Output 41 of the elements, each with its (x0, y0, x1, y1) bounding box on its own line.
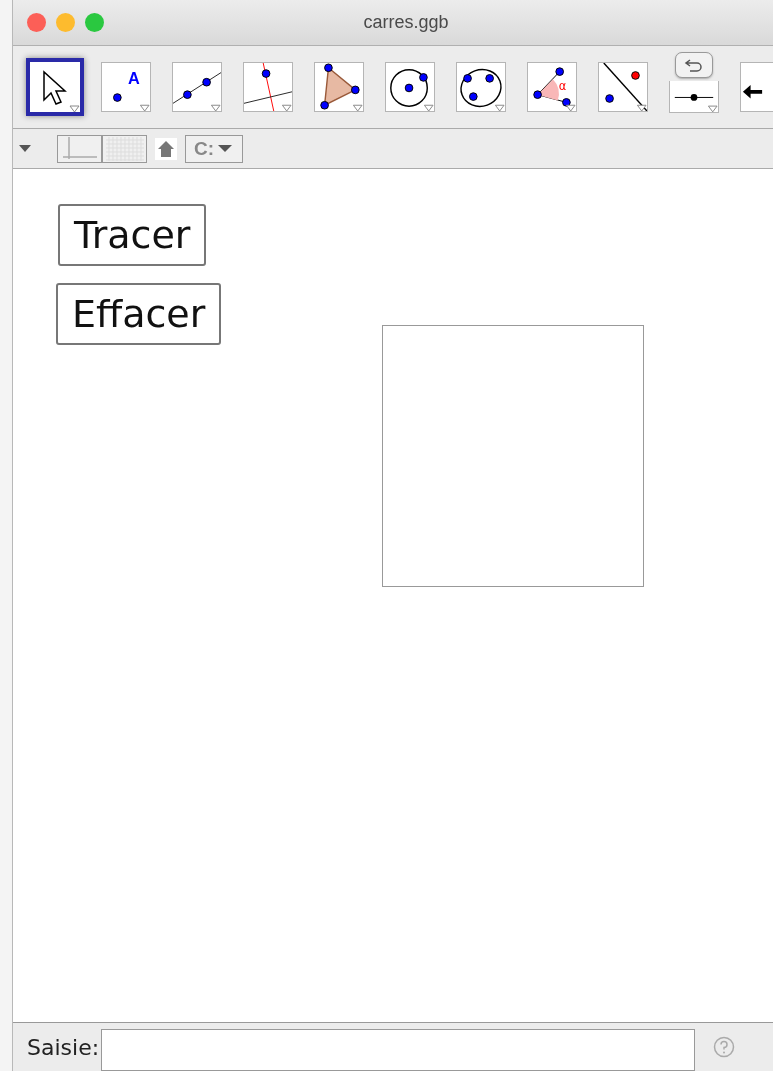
grid-toggle[interactable] (102, 134, 147, 163)
line-tool-button[interactable] (172, 62, 222, 112)
slider-tool-button[interactable] (669, 81, 719, 113)
conic-icon (460, 68, 502, 108)
polygon-tool-button[interactable] (314, 62, 364, 112)
collapse-triangle-icon[interactable] (19, 144, 31, 153)
dropdown-triangle-icon (281, 104, 292, 111)
dropdown-triangle-icon (210, 104, 221, 111)
axes-toggle[interactable] (57, 134, 102, 163)
point-tool-button[interactable]: A (101, 62, 151, 112)
canvas-button[interactable]: Tracer (58, 204, 207, 266)
dropdown-triangle-icon (494, 104, 505, 111)
move-tool-button[interactable] (26, 58, 84, 116)
undo-button[interactable] (675, 52, 713, 78)
move-view-icon (742, 85, 763, 99)
conic-tool-button[interactable] (456, 62, 506, 112)
dropdown-triangle-icon (423, 104, 434, 111)
reflect-icon (603, 63, 647, 111)
reflect-tool-button[interactable] (598, 62, 648, 112)
caret-icon (218, 144, 233, 153)
line-icon (173, 72, 221, 104)
dropdown-triangle-icon (707, 105, 718, 112)
dropdown-triangle-icon (636, 104, 647, 111)
dropdown-triangle-icon (69, 105, 80, 112)
slider-icon (674, 94, 714, 101)
input-label: Saisie: (27, 1034, 100, 1060)
undo-icon (684, 58, 704, 72)
window-title: carres.ggb (363, 12, 449, 33)
dropdown-triangle-icon (352, 104, 363, 111)
dropdown-triangle-icon (139, 104, 150, 111)
circle-icon (390, 69, 428, 107)
input-field[interactable] (101, 1029, 696, 1071)
canvas-button[interactable]: Effacer (56, 283, 222, 345)
move-icon (43, 70, 67, 105)
dropdown-triangle-icon (565, 104, 576, 111)
angle-tool-button[interactable]: α (527, 62, 577, 112)
perpendicular-icon (244, 63, 292, 111)
perpendicular-tool-button[interactable] (243, 62, 293, 112)
circle-tool-button[interactable] (385, 62, 435, 112)
polygon-icon (320, 63, 360, 110)
home-icon[interactable] (155, 137, 177, 160)
